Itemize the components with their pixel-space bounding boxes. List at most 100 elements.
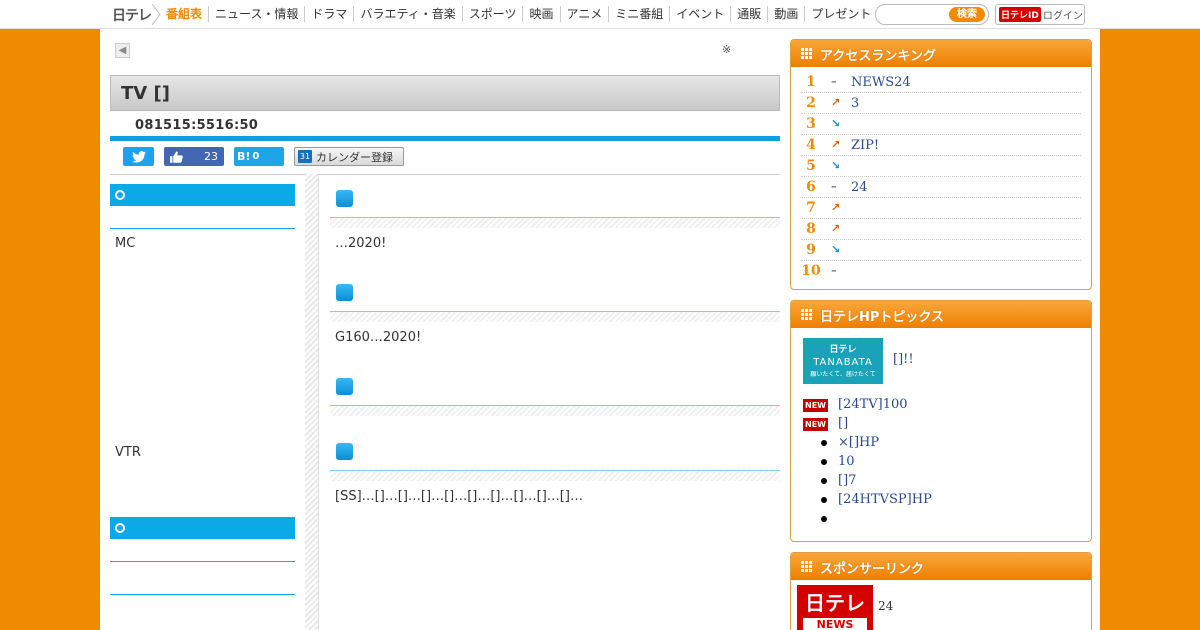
nav-item-news[interactable]: ニュース・情報 (208, 6, 304, 22)
nav-item-drama[interactable]: ドラマ (304, 6, 353, 22)
bullet-icon (821, 440, 827, 446)
ranking-item[interactable]: 9 ↘ (801, 240, 1081, 261)
rank-title[interactable]: 3 (851, 96, 859, 111)
nav-item-schedule[interactable]: 番組表 (160, 6, 208, 22)
trend-down-icon: ↘ (831, 243, 841, 256)
topics-title: 日テレHPトピックス (820, 310, 945, 325)
topic-bullet[interactable]: []7 (803, 472, 1091, 491)
topic-bullet[interactable]: [24HTVSP]HP (803, 491, 1091, 510)
nav-item-shopping[interactable]: 通販 (730, 6, 767, 22)
bullet-icon (821, 478, 827, 484)
rank-title[interactable]: NEWS24 (851, 75, 911, 90)
banner-sub-text: 願いたくて、届けたくて (810, 371, 876, 378)
topic-feature[interactable]: 日テレ TANABATA 願いたくて、届けたくて []!! (803, 338, 1079, 390)
rank-number: 9 (806, 242, 816, 258)
circle-icon (115, 523, 125, 533)
rank-number: 3 (806, 116, 816, 132)
sponsor-header: スポンサーリンク (791, 553, 1091, 580)
program-title-bar: TV [] (110, 75, 780, 111)
hatena-bookmark-button[interactable]: B! 0 (234, 147, 284, 166)
program-info-column: MC VTR (110, 184, 295, 595)
nav-item-variety[interactable]: バラエティ・音楽 (353, 6, 461, 22)
section-stripe (330, 218, 780, 228)
topic-bullet[interactable]: ×[]HP (803, 434, 1091, 453)
logo-text: 日テレ (112, 7, 152, 24)
topic-item[interactable]: NEW [24TV]100 (803, 396, 1091, 415)
rank-title[interactable]: ZIP! (851, 138, 879, 153)
banner-top-text: 日テレ (829, 345, 857, 355)
nav-item-mini[interactable]: ミニ番組 (608, 6, 669, 22)
topic-link[interactable]: 10 (838, 454, 855, 469)
search-input[interactable] (882, 7, 948, 22)
topic-link[interactable]: []7 (838, 473, 856, 488)
twitter-share-button[interactable] (123, 147, 154, 166)
ranking-item[interactable]: 8 ↗ (801, 219, 1081, 240)
info-header (110, 184, 295, 206)
ranking-item[interactable]: 4 ↗ ZIP! (801, 135, 1081, 156)
topic-link[interactable]: [] (838, 416, 848, 431)
login-button[interactable]: 日テレID ログイン (995, 4, 1085, 25)
sponsor-item[interactable]: 日テレ NEWS 24 (797, 585, 1085, 630)
nav-item-sports[interactable]: スポーツ (461, 6, 523, 22)
trend-up-icon: ↗ (831, 201, 841, 214)
section-stripe (330, 406, 780, 416)
search-button[interactable]: 検索 (949, 7, 985, 22)
ranking-item[interactable]: 5 ↘ (801, 156, 1081, 177)
topics-box: 日テレHPトピックス 日テレ TANABATA 願いたくて、届けたくて []!!… (790, 300, 1092, 542)
sponsor-text[interactable]: 24 (878, 599, 893, 613)
section-text-2: G160…2020! (335, 330, 422, 345)
topics-header: 日テレHPトピックス (791, 301, 1091, 328)
topic-link[interactable]: [24HTVSP]HP (838, 492, 932, 507)
nav-item-anime[interactable]: アニメ (559, 6, 609, 22)
topic-bullet[interactable]: 10 (803, 453, 1091, 472)
tanabata-banner[interactable]: 日テレ TANABATA 願いたくて、届けたくて (803, 338, 883, 384)
section-text-1: …2020! (335, 236, 387, 251)
feature-link[interactable]: []!! (893, 352, 914, 367)
ranking-item[interactable]: 6 – 24 (801, 177, 1081, 198)
divider (110, 174, 780, 175)
nav-item-events[interactable]: イベント (669, 6, 730, 22)
trend-up-icon: ↗ (831, 138, 841, 151)
topic-link[interactable]: [24TV]100 (838, 397, 908, 412)
login-label: ログイン (1042, 11, 1083, 22)
section-stripe (330, 471, 780, 481)
sponsor-box: スポンサーリンク 日テレ NEWS 24 (790, 552, 1092, 630)
ntv-news-logo[interactable]: 日テレ NEWS (797, 585, 873, 630)
rank-number: 10 (801, 263, 821, 279)
rank-number: 5 (806, 158, 816, 174)
hatena-label: B! (237, 150, 251, 163)
banner-main-text: TANABATA (813, 357, 873, 368)
nav-item-movies[interactable]: 映画 (522, 6, 559, 22)
ranking-item[interactable]: 10– (801, 261, 1081, 282)
rank-number: 1 (806, 74, 816, 90)
search-box: 検索 (875, 4, 989, 25)
bullet-icon (821, 459, 827, 465)
sponsor-logo-line1: 日テレ (805, 591, 865, 615)
trend-up-icon: ↗ (831, 96, 841, 109)
section-square-icon (336, 190, 353, 207)
circle-icon (115, 190, 125, 200)
calendar-add-button[interactable]: 31 カレンダー登録 (294, 147, 404, 166)
social-share-bar: 23 B! 0 31 カレンダー登録 (110, 146, 780, 174)
rank-title[interactable]: 24 (851, 180, 868, 195)
ranking-item[interactable]: 2 ↗ 3 (801, 93, 1081, 114)
bullet-icon (821, 516, 827, 522)
twitter-bird-icon (131, 150, 146, 163)
topic-item[interactable]: NEW [] (803, 415, 1091, 434)
facebook-like-button[interactable]: 23 (164, 147, 224, 166)
ranking-item[interactable]: 1 – NEWS24 (801, 72, 1081, 93)
trend-down-icon: ↘ (831, 159, 841, 172)
nav-item-video[interactable]: 動画 (767, 6, 804, 22)
topic-link[interactable]: ×[]HP (838, 435, 879, 450)
ranking-item[interactable]: 7 ↗ (801, 198, 1081, 219)
topic-bullet[interactable] (803, 510, 1091, 529)
section-text-4: [SS]…[]…[]…[]…[]…[]…[]…[]…[]…[]… (335, 489, 583, 504)
hatena-count: 0 (252, 151, 260, 162)
nav-item-present[interactable]: プレゼント (804, 6, 877, 22)
rank-number: 8 (806, 221, 816, 237)
ranking-header: アクセスランキング (791, 40, 1091, 67)
ranking-item[interactable]: 3 ↘ (801, 114, 1081, 135)
ntv-logo[interactable]: 日テレ (112, 4, 161, 25)
back-arrow-icon[interactable]: ◀ (115, 43, 130, 58)
calendar-icon: 31 (298, 150, 312, 163)
